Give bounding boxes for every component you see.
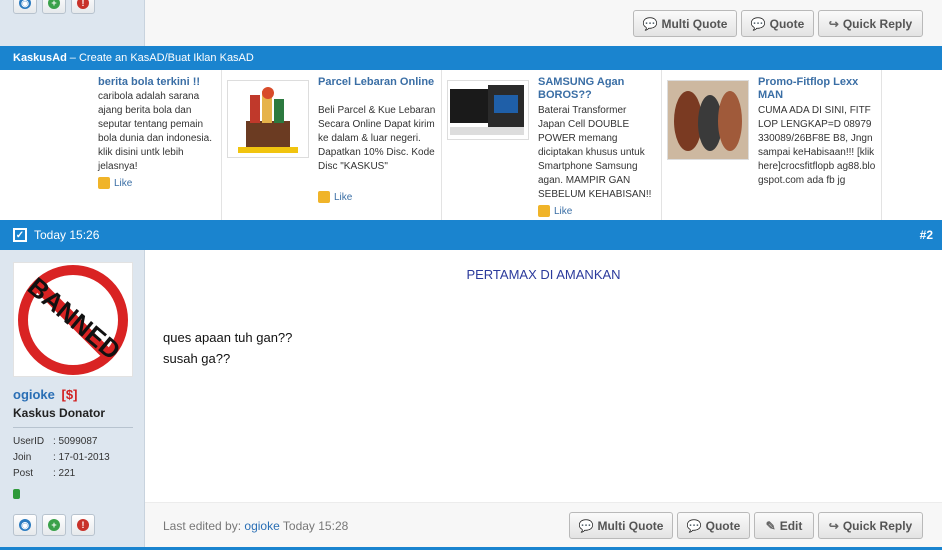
userid-value: : 5099087 bbox=[53, 436, 98, 447]
like-button[interactable]: Like bbox=[538, 205, 572, 217]
ad-item: Parcel Lebaran Online Beli Parcel & Kue … bbox=[222, 70, 442, 220]
quote-label: Quote bbox=[705, 518, 741, 533]
quick-reply-label: Quick Reply bbox=[842, 16, 913, 31]
post-header-bar: ✓ Today 15:26 #2 bbox=[0, 220, 942, 250]
user-rank: Kaskus Donator bbox=[13, 406, 106, 420]
ad-item: SAMSUNG Agan BOROS?? Baterai Transformer… bbox=[442, 70, 662, 220]
donator-badge: [$] bbox=[61, 387, 78, 402]
join-label: Join bbox=[13, 452, 32, 463]
post-user-sidebar: BANNED ogioke [$] Kaskus Donator UserID:… bbox=[0, 250, 145, 550]
quote-label: Quote bbox=[769, 16, 805, 31]
prev-post-sidebar: ◉ + ! bbox=[0, 0, 145, 46]
username-link[interactable]: ogioke bbox=[13, 387, 55, 402]
ad-title[interactable]: Parcel Lebaran Online bbox=[318, 76, 436, 89]
avatar[interactable]: BANNED bbox=[13, 262, 133, 377]
ad-item: Promo-Fitflop Lexx MAN CUMA ADA DI SINI,… bbox=[662, 70, 882, 220]
kaskusad-bar: KaskusAd – Create an KasAD/Buat Iklan Ka… bbox=[0, 46, 942, 70]
like-label: Like bbox=[114, 177, 133, 189]
profile-icon-button[interactable]: ◉ bbox=[13, 0, 37, 14]
reply-arrow-icon: ↪ bbox=[828, 518, 839, 533]
speech-bubbles-icon: 💬 bbox=[578, 518, 594, 533]
reputation-icon: + bbox=[48, 519, 60, 531]
post-content: PERTAMAX DI AMANKAN ques apaan tuh gan??… bbox=[145, 250, 942, 502]
ad-item: berita bola terkini !! caribola adalah s… bbox=[0, 70, 222, 220]
kaskusad-create-link[interactable]: – Create an KasAD/Buat Iklan KasAD bbox=[70, 52, 254, 64]
speech-bubble-icon: 💬 bbox=[686, 518, 702, 533]
quote-button-top[interactable]: 💬 Quote bbox=[741, 10, 814, 37]
page: ◉ + ! 💬 Multi Quote 💬 Quote ↪ Quick Repl… bbox=[0, 0, 942, 550]
quote-button[interactable]: 💬 Quote bbox=[677, 512, 750, 539]
checkbox-icon[interactable]: ✓ bbox=[13, 228, 27, 242]
ad-body: Baterai Transformer Japan Cell DOUBLE PO… bbox=[538, 105, 652, 200]
post-text-line: susah ga?? bbox=[163, 351, 231, 366]
ad-body: CUMA ADA DI SINI, FITFLOP LENGKAP=D 0897… bbox=[758, 105, 876, 186]
join-row: Join : 17-01-2013 bbox=[13, 452, 110, 463]
userid-row: UserID : 5099087 bbox=[13, 436, 98, 447]
ad-title[interactable]: berita bola terkini !! bbox=[98, 76, 218, 89]
post-row: Post : 221 bbox=[13, 468, 75, 479]
divider bbox=[13, 427, 133, 428]
thumbs-up-icon bbox=[98, 177, 110, 189]
last-edited-prefix: Last edited by: bbox=[163, 519, 242, 533]
like-button[interactable]: Like bbox=[98, 177, 132, 189]
reputation-icon-button[interactable]: + bbox=[42, 0, 66, 14]
post-title: PERTAMAX DI AMANKAN bbox=[466, 267, 621, 282]
edit-label: Edit bbox=[779, 518, 803, 533]
multi-quote-button-top[interactable]: 💬 Multi Quote bbox=[633, 10, 737, 37]
report-icon-button[interactable]: ! bbox=[71, 514, 95, 536]
ad-title[interactable]: SAMSUNG Agan BOROS?? bbox=[538, 76, 656, 102]
speech-bubbles-icon: 💬 bbox=[642, 16, 658, 31]
speech-bubble-icon: 💬 bbox=[750, 16, 766, 31]
profile-icon: ◉ bbox=[19, 0, 31, 9]
ad-body: caribola adalah sarana ajang berita bola… bbox=[98, 91, 212, 172]
post-value: : 221 bbox=[53, 468, 76, 479]
battery-product-illustration bbox=[450, 85, 524, 135]
multi-quote-label: Multi Quote bbox=[597, 518, 664, 533]
parcel-image[interactable] bbox=[227, 80, 309, 158]
quick-reply-label: Quick Reply bbox=[842, 518, 913, 533]
last-edited-time: Today 15:28 bbox=[282, 519, 349, 533]
parcel-basket-illustration bbox=[238, 87, 298, 153]
online-status-icon bbox=[13, 489, 20, 499]
like-button[interactable]: Like bbox=[318, 191, 352, 203]
reputation-icon-button[interactable]: + bbox=[42, 514, 66, 536]
ads-row: berita bola terkini !! caribola adalah s… bbox=[0, 70, 942, 220]
edit-pencil-icon: ✎ bbox=[765, 518, 776, 533]
profile-icon: ◉ bbox=[19, 519, 31, 531]
ad-body: Beli Parcel & Kue Lebaran Secara Online … bbox=[318, 105, 436, 172]
post-label: Post bbox=[13, 468, 34, 479]
post-time: Today 15:26 bbox=[34, 228, 100, 242]
battery-image[interactable] bbox=[447, 80, 529, 140]
sandals-illustration bbox=[674, 91, 742, 151]
like-label: Like bbox=[334, 191, 353, 203]
reply-arrow-icon: ↪ bbox=[828, 16, 839, 31]
banned-avatar-illustration: BANNED bbox=[18, 265, 128, 375]
post-text-line: ques apaan tuh gan?? bbox=[163, 330, 293, 345]
quick-reply-button-top[interactable]: ↪ Quick Reply bbox=[818, 10, 923, 37]
post-number-link[interactable]: #2 bbox=[920, 228, 933, 242]
multi-quote-label: Multi Quote bbox=[661, 16, 728, 31]
report-icon: ! bbox=[77, 519, 89, 531]
sandal-image[interactable] bbox=[667, 80, 749, 160]
join-value: : 17-01-2013 bbox=[53, 452, 110, 463]
thumbs-up-icon bbox=[538, 205, 550, 217]
quick-reply-button[interactable]: ↪ Quick Reply bbox=[818, 512, 923, 539]
reputation-icon: + bbox=[48, 0, 60, 9]
last-edited: Last edited by: ogioke Today 15:28 bbox=[163, 519, 348, 533]
like-label: Like bbox=[554, 205, 573, 217]
edit-button[interactable]: ✎ Edit bbox=[754, 512, 814, 539]
multi-quote-button[interactable]: 💬 Multi Quote bbox=[569, 512, 673, 539]
report-icon-button[interactable]: ! bbox=[71, 0, 95, 14]
kaskusad-brand[interactable]: KaskusAd bbox=[13, 52, 67, 64]
userid-label: UserID bbox=[13, 436, 45, 447]
ad-title[interactable]: Promo-Fitflop Lexx MAN bbox=[758, 76, 876, 102]
thumbs-up-icon bbox=[318, 191, 330, 203]
report-icon: ! bbox=[77, 0, 89, 9]
profile-icon-button[interactable]: ◉ bbox=[13, 514, 37, 536]
last-edited-user-link[interactable]: ogioke bbox=[244, 519, 279, 533]
username-row: ogioke [$] bbox=[13, 387, 77, 402]
